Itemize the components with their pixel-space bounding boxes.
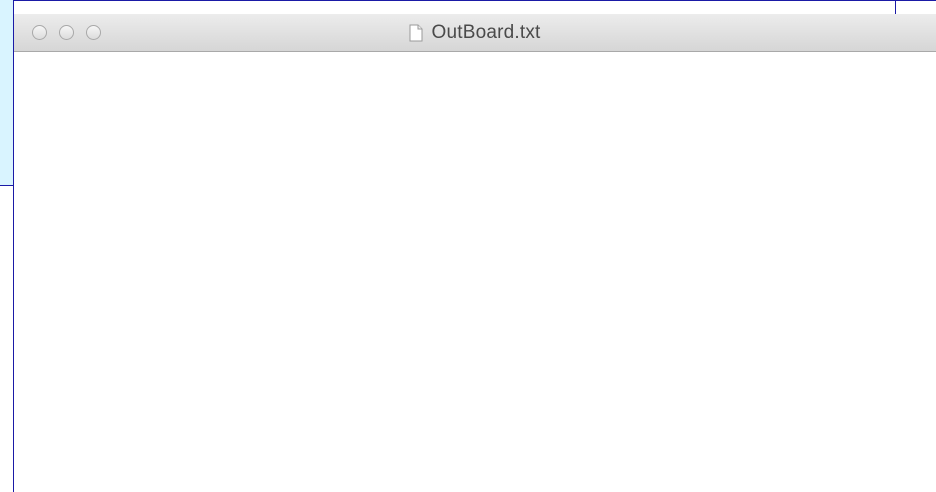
window-title-group: OutBoard.txt <box>14 14 936 52</box>
background-panel <box>0 0 14 186</box>
screen: OutBoard.txt <box>0 0 936 492</box>
document-text-area[interactable] <box>14 52 936 492</box>
text-editor-window: OutBoard.txt <box>14 14 936 492</box>
document-icon[interactable] <box>409 24 423 42</box>
window-titlebar[interactable]: OutBoard.txt <box>14 14 936 52</box>
window-title: OutBoard.txt <box>431 22 541 43</box>
background-frame-top-border <box>0 0 936 1</box>
background-frame-right-edge <box>895 0 896 14</box>
